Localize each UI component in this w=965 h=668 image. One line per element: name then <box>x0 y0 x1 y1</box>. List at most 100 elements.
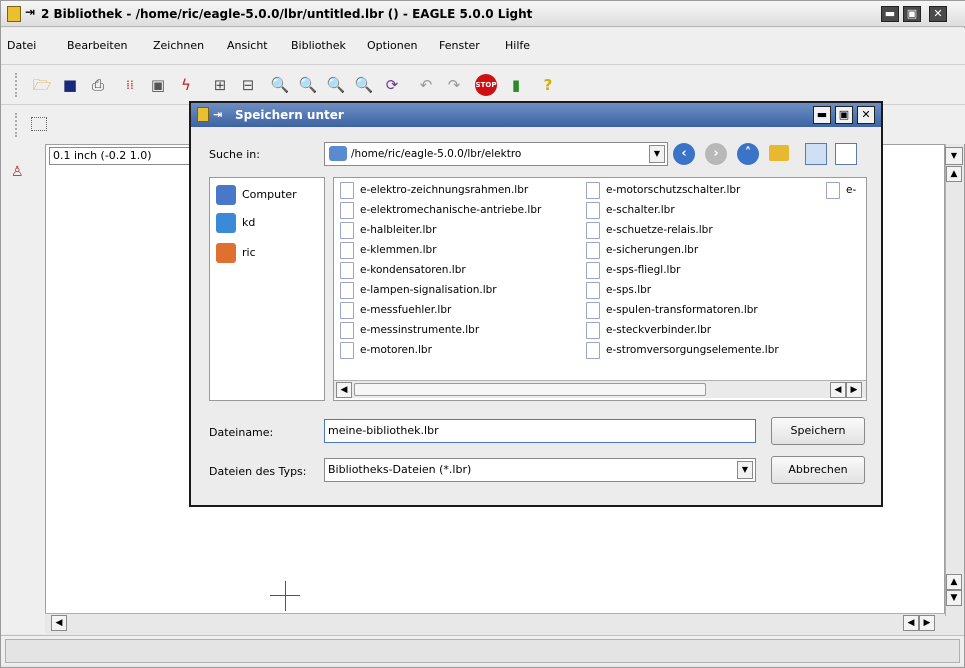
file-icon <box>340 281 354 299</box>
menu-hilfe[interactable]: Hilfe <box>505 28 530 64</box>
scroll-right-icon[interactable]: ▶ <box>919 615 935 631</box>
scroll-down-icon[interactable]: ▼ <box>946 590 962 606</box>
file-item[interactable]: e-sicherungen.lbr <box>586 240 779 260</box>
menu-optionen[interactable]: Optionen <box>367 28 417 64</box>
chevron-down-icon[interactable]: ▼ <box>737 461 753 479</box>
file-name: e-motoren.lbr <box>360 344 432 356</box>
file-item[interactable]: e-kondensatoren.lbr <box>340 260 541 280</box>
redo-icon[interactable]: ↷ <box>443 74 465 96</box>
zoom-out-icon[interactable]: 🔍 <box>325 74 347 96</box>
file-name: e-motorschutzschalter.lbr <box>606 184 741 196</box>
place-kd[interactable]: kd <box>216 212 255 238</box>
toolbar-grip[interactable] <box>15 73 21 97</box>
file-list-scrollbar[interactable]: ◀ ◀ ▶ <box>334 380 866 398</box>
file-item[interactable]: e-motoren.lbr <box>340 340 541 360</box>
schematic-icon[interactable]: ϟ <box>175 74 197 96</box>
file-item[interactable]: e- <box>826 180 866 200</box>
stop-icon[interactable]: STOP <box>475 74 497 96</box>
library-icon[interactable]: ⊞ <box>209 74 231 96</box>
combo-arrow-icon[interactable]: ▼ <box>945 147 963 165</box>
file-item[interactable]: e-sps.lbr <box>586 280 779 300</box>
file-item[interactable]: e-halbleiter.lbr <box>340 220 541 240</box>
file-name: e-kondensatoren.lbr <box>360 264 466 276</box>
dialog-title: Speichern unter <box>235 108 344 122</box>
filetype-select[interactable]: Bibliotheks-Dateien (*.lbr) ▼ <box>324 458 756 482</box>
undo-icon[interactable]: ↶ <box>415 74 437 96</box>
file-item[interactable]: e-spulen-transformatoren.lbr <box>586 300 779 320</box>
chevron-down-icon[interactable]: ▼ <box>649 145 665 163</box>
zoom-fit-icon[interactable]: 🔍 <box>269 74 291 96</box>
back-icon[interactable]: ‹ <box>673 143 695 165</box>
scroll-right-icon[interactable]: ▶ <box>846 382 862 398</box>
info-icon[interactable]: ♙ <box>11 164 24 180</box>
help-icon[interactable]: ? <box>537 74 559 96</box>
minimize-button[interactable]: ▬ <box>881 6 899 22</box>
dialog-app-arrow: ⇥ <box>213 108 223 121</box>
vertical-scrollbar[interactable]: ▲ ▲ ▼ <box>945 144 963 616</box>
save-button[interactable]: Speichern <box>771 417 865 445</box>
cancel-button[interactable]: Abbrechen <box>771 456 865 484</box>
zoom-in-icon[interactable]: 🔍 <box>297 74 319 96</box>
look-in-combo[interactable]: /home/ric/eagle-5.0.0/lbr/elektro ▼ <box>324 142 668 166</box>
detail-view-icon[interactable] <box>835 143 857 165</box>
file-name: e-messfuehler.lbr <box>360 304 452 316</box>
redraw-icon[interactable]: ⟳ <box>381 74 403 96</box>
parent-folder-icon[interactable]: ˄ <box>737 143 759 165</box>
file-icon <box>340 301 354 319</box>
file-item[interactable]: e-messfuehler.lbr <box>340 300 541 320</box>
main-window: ⇥ 2 Bibliothek - /home/ric/eagle-5.0.0/l… <box>0 0 965 668</box>
file-item[interactable]: e-elektromechanische-antriebe.lbr <box>340 200 541 220</box>
list-view-icon[interactable] <box>805 143 827 165</box>
file-name: e-elektromechanische-antriebe.lbr <box>360 204 542 216</box>
forward-icon[interactable]: › <box>705 143 727 165</box>
file-item[interactable]: e-steckverbinder.lbr <box>586 320 779 340</box>
maximize-button[interactable]: ▣ <box>903 6 921 22</box>
file-item[interactable]: e-schalter.lbr <box>586 200 779 220</box>
file-item[interactable]: e-sps-fliegl.lbr <box>586 260 779 280</box>
scroll-left-icon[interactable]: ◀ <box>903 615 919 631</box>
menu-bearbeiten[interactable]: Bearbeiten <box>67 28 127 64</box>
scroll-up-icon[interactable]: ▲ <box>946 166 962 182</box>
print-icon[interactable]: ⎙ <box>87 74 109 96</box>
zoom-select-icon[interactable]: 🔍 <box>353 74 375 96</box>
scroll-thumb[interactable] <box>354 383 706 396</box>
grid-icon[interactable] <box>31 117 47 131</box>
scroll-left-icon[interactable]: ◀ <box>336 382 352 398</box>
file-name: e-sps-fliegl.lbr <box>606 264 681 276</box>
dialog-close-button[interactable]: ✕ <box>857 106 875 124</box>
file-item[interactable]: e-elektro-zeichnungsrahmen.lbr <box>340 180 541 200</box>
file-icon <box>586 221 600 239</box>
menu-datei[interactable]: Datei <box>7 28 36 64</box>
go-icon[interactable]: ▮ <box>505 74 527 96</box>
menu-zeichnen[interactable]: Zeichnen <box>153 28 204 64</box>
cam-icon[interactable]: ⁞⁞ <box>119 74 141 96</box>
file-item[interactable]: e-klemmen.lbr <box>340 240 541 260</box>
scroll-left-icon[interactable]: ◀ <box>830 382 846 398</box>
dialog-minimize-button[interactable]: ▬ <box>813 106 831 124</box>
place-label: Computer <box>242 188 297 201</box>
board-icon[interactable]: ▣ <box>147 74 169 96</box>
place-ric[interactable]: ric <box>216 242 256 268</box>
open-icon[interactable]: 🗁 <box>31 74 53 96</box>
file-name: e-lampen-signalisation.lbr <box>360 284 497 296</box>
scroll-up-icon[interactable]: ▲ <box>946 574 962 590</box>
file-list[interactable]: e-elektro-zeichnungsrahmen.lbr e-elektro… <box>333 177 867 401</box>
file-item[interactable]: e-stromversorgungselemente.lbr <box>586 340 779 360</box>
menu-bibliothek[interactable]: Bibliothek <box>291 28 346 64</box>
close-button[interactable]: ✕ <box>929 6 947 22</box>
filename-input[interactable]: meine-bibliothek.lbr <box>324 419 756 443</box>
file-item[interactable]: e-messinstrumente.lbr <box>340 320 541 340</box>
toolbar-grip[interactable] <box>15 113 21 137</box>
save-icon[interactable]: ■ <box>59 74 81 96</box>
menu-ansicht[interactable]: Ansicht <box>227 28 268 64</box>
menu-fenster[interactable]: Fenster <box>439 28 480 64</box>
horizontal-scrollbar[interactable]: ◀ ◀ ▶ <box>45 613 945 631</box>
file-item[interactable]: e-motorschutzschalter.lbr <box>586 180 779 200</box>
place-computer[interactable]: Computer <box>216 184 297 210</box>
scroll-left-icon[interactable]: ◀ <box>51 615 67 631</box>
file-item[interactable]: e-schuetze-relais.lbr <box>586 220 779 240</box>
dialog-maximize-button[interactable]: ▣ <box>835 106 853 124</box>
new-folder-icon[interactable] <box>769 145 789 161</box>
library2-icon[interactable]: ⊟ <box>237 74 259 96</box>
file-item[interactable]: e-lampen-signalisation.lbr <box>340 280 541 300</box>
